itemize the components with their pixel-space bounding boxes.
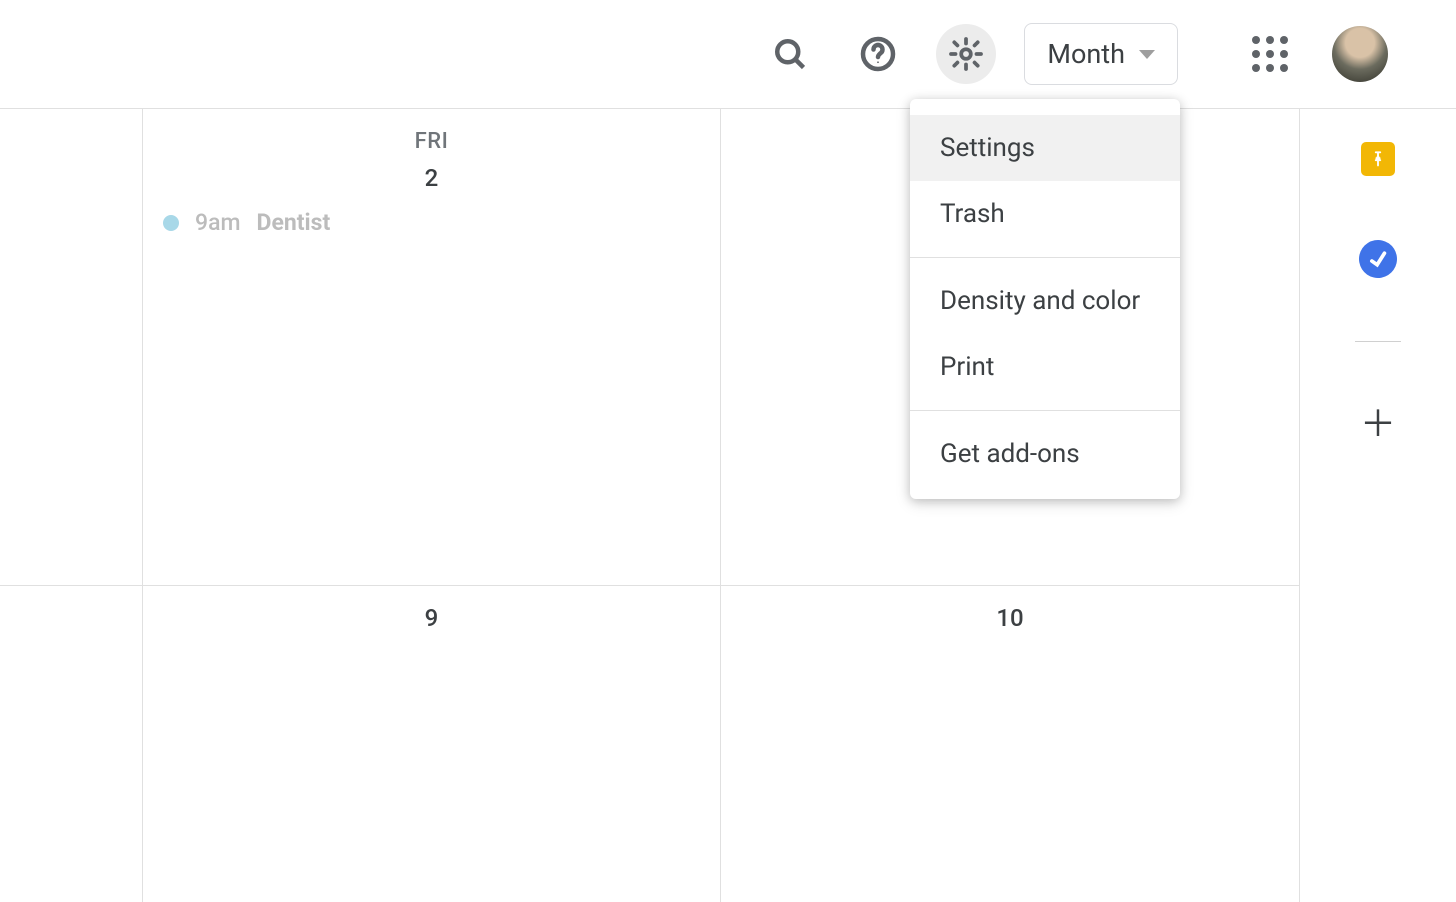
day-of-week-label: FRI [143,129,720,154]
header: Month [0,0,1456,109]
calendar-cell[interactable]: 10 [721,586,1300,902]
menu-divider [910,410,1180,411]
calendar-cell[interactable]: FRI 2 9am Dentist [143,109,721,585]
day-number: 9 [143,604,720,632]
event-time: 9am [195,209,241,236]
side-panel: ＋ [1300,109,1456,902]
calendar-cell[interactable] [0,586,143,902]
day-number: 2 [143,164,720,192]
chevron-down-icon [1139,50,1155,59]
calendar-event[interactable]: 9am Dentist [163,209,330,236]
settings-gear-icon[interactable] [936,24,996,84]
side-panel-divider [1355,341,1401,342]
menu-divider [910,257,1180,258]
view-selector-dropdown[interactable]: Month [1024,23,1178,85]
account-avatar[interactable] [1332,26,1388,82]
menu-item-settings[interactable]: Settings [910,115,1180,181]
event-title: Dentist [257,209,331,236]
view-selector-label: Month [1047,38,1125,70]
tasks-icon[interactable] [1358,239,1398,279]
menu-item-density[interactable]: Density and color [910,268,1180,334]
keep-icon[interactable] [1358,139,1398,179]
calendar-cell[interactable] [0,109,143,585]
settings-menu: Settings Trash Density and color Print G… [910,99,1180,499]
google-apps-icon[interactable] [1246,30,1294,78]
add-addon-icon[interactable]: ＋ [1358,404,1398,444]
event-color-dot [163,215,179,231]
day-number: 10 [721,604,1299,632]
menu-item-print[interactable]: Print [910,334,1180,400]
menu-item-trash[interactable]: Trash [910,181,1180,247]
calendar-cell[interactable]: 9 [143,586,721,902]
search-icon[interactable] [760,24,820,84]
help-icon[interactable] [848,24,908,84]
menu-item-addons[interactable]: Get add-ons [910,421,1180,487]
